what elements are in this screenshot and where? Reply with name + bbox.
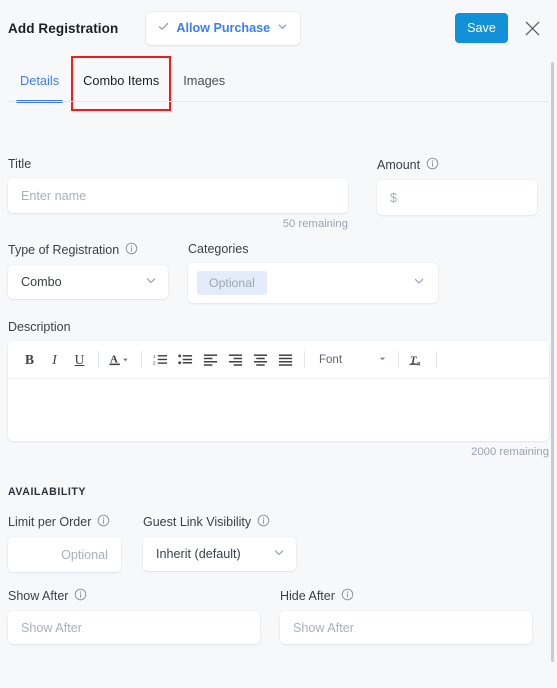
type-of-registration-label: Type of Registration — [8, 242, 168, 258]
type-categories-row: Type of Registration Combo Categories Op… — [8, 242, 549, 303]
date-range-row: Show After Hide After — [8, 588, 549, 644]
categories-label: Categories — [188, 242, 438, 256]
description-group: Description B I U A 1 2 Font T x 2000 re… — [8, 320, 549, 458]
title-remaining-text: 50 remaining — [282, 218, 348, 230]
title-field-group: Title 50 remaining — [8, 157, 348, 230]
svg-text:1: 1 — [153, 354, 156, 359]
type-of-registration-group: Type of Registration Combo — [8, 242, 168, 303]
align-left-icon[interactable] — [198, 347, 223, 373]
toolbar-divider — [98, 351, 99, 368]
guest-link-visibility-group: Guest Link Visibility Inherit (default) — [143, 514, 296, 572]
tab-details-label: Details — [20, 73, 60, 88]
tab-images[interactable]: Images — [171, 56, 237, 111]
amount-label-text: Amount — [377, 158, 421, 172]
info-icon[interactable] — [257, 514, 270, 530]
bold-icon[interactable]: B — [17, 347, 42, 373]
show-after-label-text: Show After — [8, 589, 69, 603]
editor-toolbar: B I U A 1 2 Font T x — [8, 341, 549, 379]
italic-icon[interactable]: I — [42, 347, 67, 373]
form-scroll-region[interactable]: Title 50 remaining Amount — [0, 111, 557, 688]
scrollbar-thumb[interactable] — [551, 62, 554, 662]
tab-combo-items[interactable]: Combo Items — [71, 56, 172, 111]
chevron-down-icon — [145, 275, 157, 290]
ordered-list-icon[interactable]: 1 2 — [148, 347, 173, 373]
info-icon[interactable] — [426, 157, 439, 173]
title-amount-row: Title 50 remaining Amount — [8, 157, 549, 230]
title-label: Title — [8, 157, 348, 171]
title-label-text: Title — [8, 157, 32, 171]
rich-text-editor[interactable]: B I U A 1 2 Font T x — [8, 341, 549, 441]
categories-label-text: Categories — [188, 242, 249, 256]
tab-combo-items-label: Combo Items — [83, 73, 160, 88]
hide-after-input[interactable] — [280, 611, 532, 644]
categories-group: Categories Optional — [188, 242, 438, 303]
tab-details[interactable]: Details — [8, 56, 71, 111]
hide-after-label-text: Hide After — [280, 589, 335, 603]
tab-images-label: Images — [183, 73, 226, 88]
toolbar-divider — [141, 351, 142, 368]
limit-per-order-input[interactable] — [8, 537, 121, 572]
info-icon[interactable] — [74, 588, 87, 604]
chevron-down-icon — [413, 274, 425, 292]
unordered-list-icon[interactable] — [173, 347, 198, 373]
limit-per-order-group: Limit per Order — [8, 514, 121, 572]
title-input[interactable] — [8, 178, 348, 213]
availability-section-heading: AVAILABILITY — [8, 486, 87, 498]
guest-link-visibility-value: Inherit (default) — [156, 547, 241, 561]
description-textarea[interactable] — [8, 379, 549, 441]
categories-chip[interactable]: Optional — [197, 271, 267, 295]
chevron-down-icon — [277, 19, 288, 37]
info-icon[interactable] — [341, 588, 354, 604]
show-after-label: Show After — [8, 588, 260, 604]
hide-after-group: Hide After — [280, 588, 532, 644]
toolbar-divider — [304, 351, 305, 368]
info-icon[interactable] — [125, 242, 138, 258]
toolbar-divider — [398, 351, 399, 368]
guest-link-visibility-label: Guest Link Visibility — [143, 514, 296, 530]
page-title: Add Registration — [8, 20, 119, 36]
type-of-registration-label-text: Type of Registration — [8, 243, 120, 257]
align-right-icon[interactable] — [223, 347, 248, 373]
align-justify-icon[interactable] — [273, 347, 298, 373]
amount-label: Amount — [377, 157, 537, 173]
toolbar-divider — [436, 351, 437, 368]
clear-format-icon[interactable]: T x — [405, 347, 430, 373]
tab-bar: Details Combo Items Images — [0, 56, 557, 111]
modal-header: Add Registration Allow Purchase Save — [0, 0, 557, 56]
description-label-text: Description — [8, 320, 71, 334]
svg-text:2: 2 — [153, 361, 156, 366]
limit-per-order-label-text: Limit per Order — [8, 515, 92, 529]
align-center-icon[interactable] — [248, 347, 273, 373]
svg-text:x: x — [417, 360, 421, 367]
add-registration-modal: Add Registration Allow Purchase Save Det… — [0, 0, 557, 688]
show-after-input[interactable] — [8, 611, 260, 644]
guest-link-visibility-label-text: Guest Link Visibility — [143, 515, 252, 529]
info-icon[interactable] — [97, 514, 110, 530]
show-after-group: Show After — [8, 588, 260, 644]
font-family-label: Font — [319, 353, 343, 366]
description-label: Description — [8, 320, 549, 334]
allow-purchase-label: Allow Purchase — [176, 21, 271, 35]
save-button[interactable]: Save — [455, 13, 508, 43]
tab-divider — [8, 101, 549, 102]
chevron-down-icon — [378, 354, 387, 366]
chevron-down-icon — [273, 547, 285, 562]
text-color-icon[interactable]: A — [105, 347, 135, 373]
font-family-select[interactable]: Font — [314, 348, 392, 372]
amount-input[interactable] — [377, 180, 537, 215]
hide-after-label: Hide After — [280, 588, 532, 604]
description-remaining-text: 2000 remaining — [471, 446, 549, 458]
limit-per-order-label: Limit per Order — [8, 514, 121, 530]
amount-field-group: Amount — [377, 157, 537, 230]
categories-multiselect[interactable]: Optional — [188, 263, 438, 303]
availability-row: Limit per Order Guest Link Vi — [8, 514, 549, 572]
close-icon[interactable] — [519, 15, 545, 41]
check-icon — [158, 19, 169, 37]
allow-purchase-dropdown[interactable]: Allow Purchase — [146, 11, 301, 45]
underline-icon[interactable]: U — [67, 347, 92, 373]
guest-link-visibility-select[interactable]: Inherit (default) — [143, 537, 296, 571]
type-of-registration-value: Combo — [21, 275, 62, 289]
type-of-registration-select[interactable]: Combo — [8, 265, 168, 299]
